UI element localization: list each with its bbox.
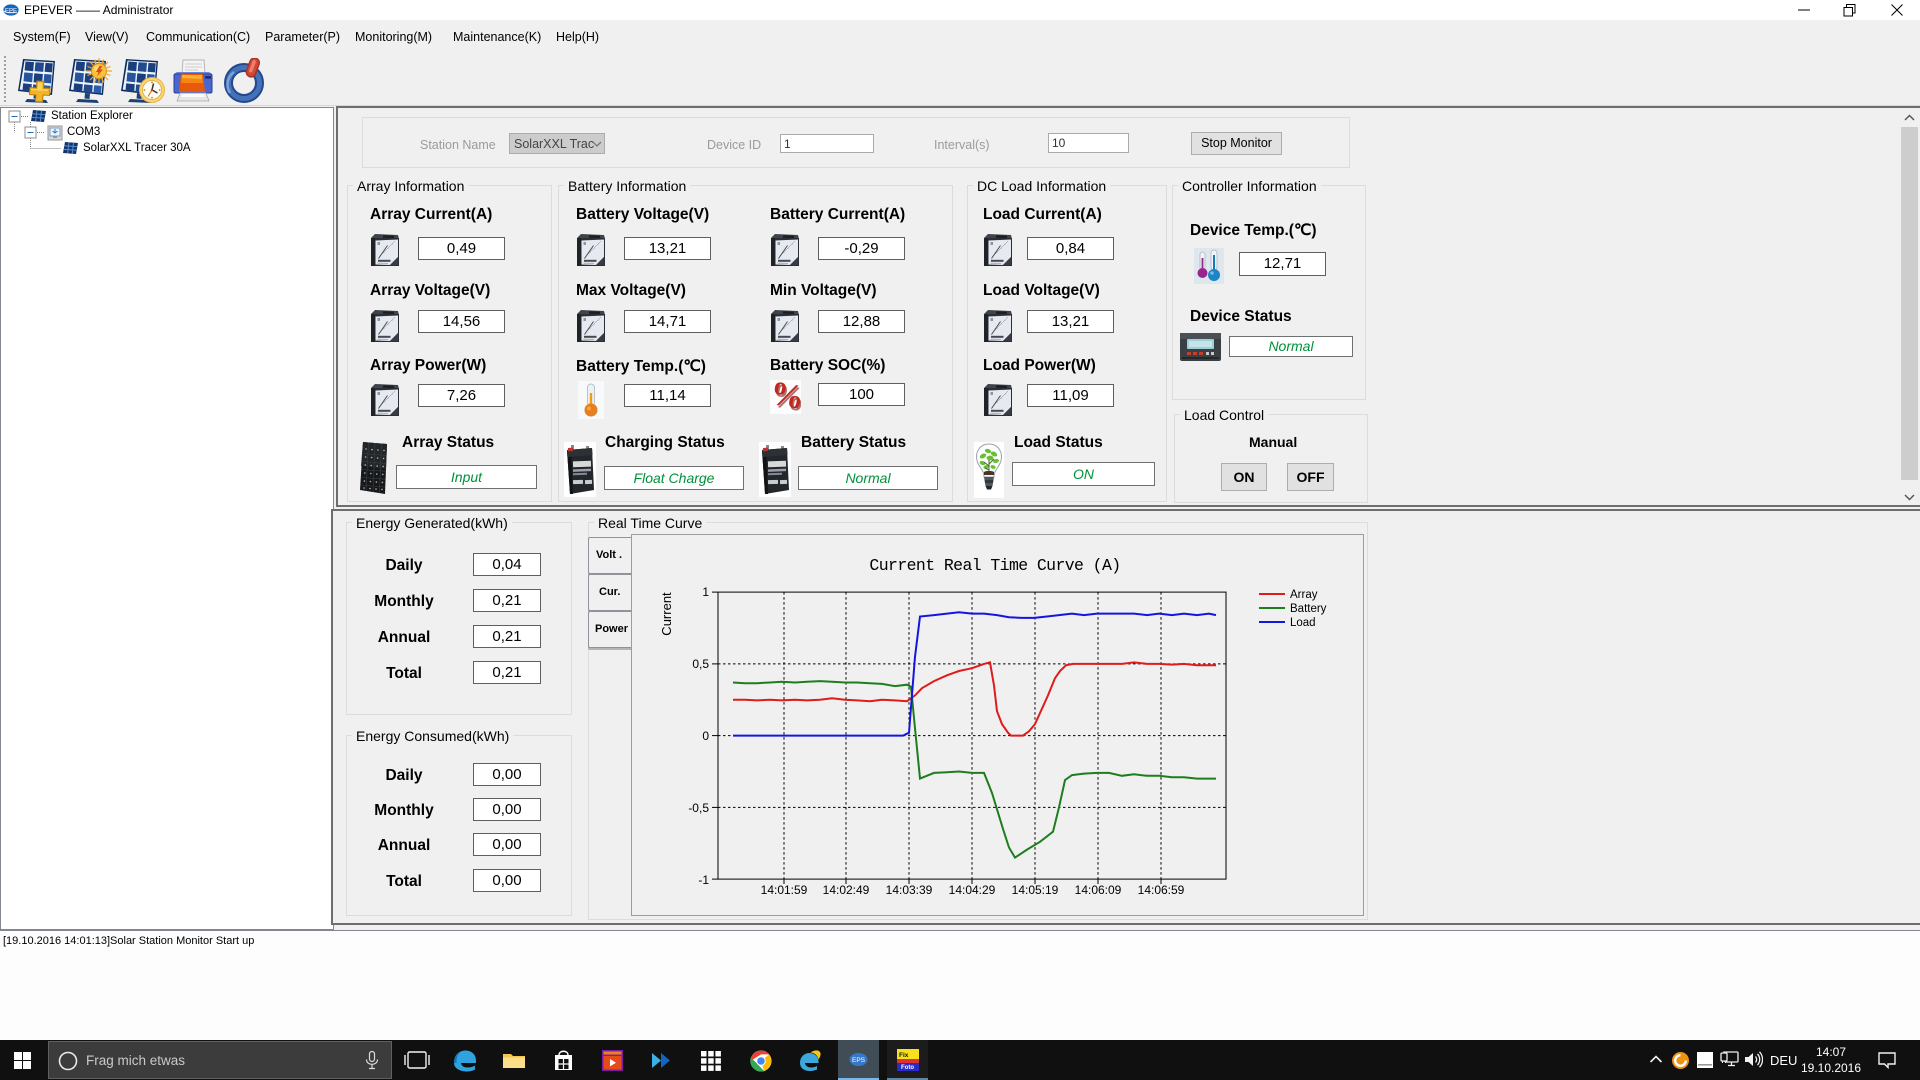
svg-text:Foto: Foto bbox=[901, 1065, 914, 1071]
svg-text:-0,5: -0,5 bbox=[688, 801, 709, 815]
svg-text:-1: -1 bbox=[698, 873, 709, 887]
svg-text:1: 1 bbox=[702, 585, 709, 599]
svg-text:Array: Array bbox=[1290, 589, 1318, 601]
svg-text:0,5: 0,5 bbox=[692, 657, 709, 671]
svg-text:14:01:59: 14:01:59 bbox=[761, 883, 808, 897]
svg-text:14:02:49: 14:02:49 bbox=[823, 883, 870, 897]
svg-text:Fix: Fix bbox=[899, 1052, 909, 1059]
svg-text:EPS: EPS bbox=[852, 1057, 866, 1064]
svg-text:Load: Load bbox=[1290, 617, 1316, 629]
svg-text:14:06:59: 14:06:59 bbox=[1138, 883, 1185, 897]
svg-text:Current Real Time Curve (A): Current Real Time Curve (A) bbox=[869, 556, 1120, 575]
svg-text:14:03:39: 14:03:39 bbox=[886, 883, 933, 897]
svg-text:14:04:29: 14:04:29 bbox=[949, 883, 996, 897]
svg-text:Battery: Battery bbox=[1290, 603, 1327, 615]
svg-text:EPE: EPE bbox=[5, 9, 17, 15]
svg-text:0: 0 bbox=[702, 729, 709, 743]
svg-text:14:06:09: 14:06:09 bbox=[1075, 883, 1122, 897]
svg-text:14:05:19: 14:05:19 bbox=[1012, 883, 1059, 897]
svg-text:Current: Current bbox=[659, 592, 674, 636]
